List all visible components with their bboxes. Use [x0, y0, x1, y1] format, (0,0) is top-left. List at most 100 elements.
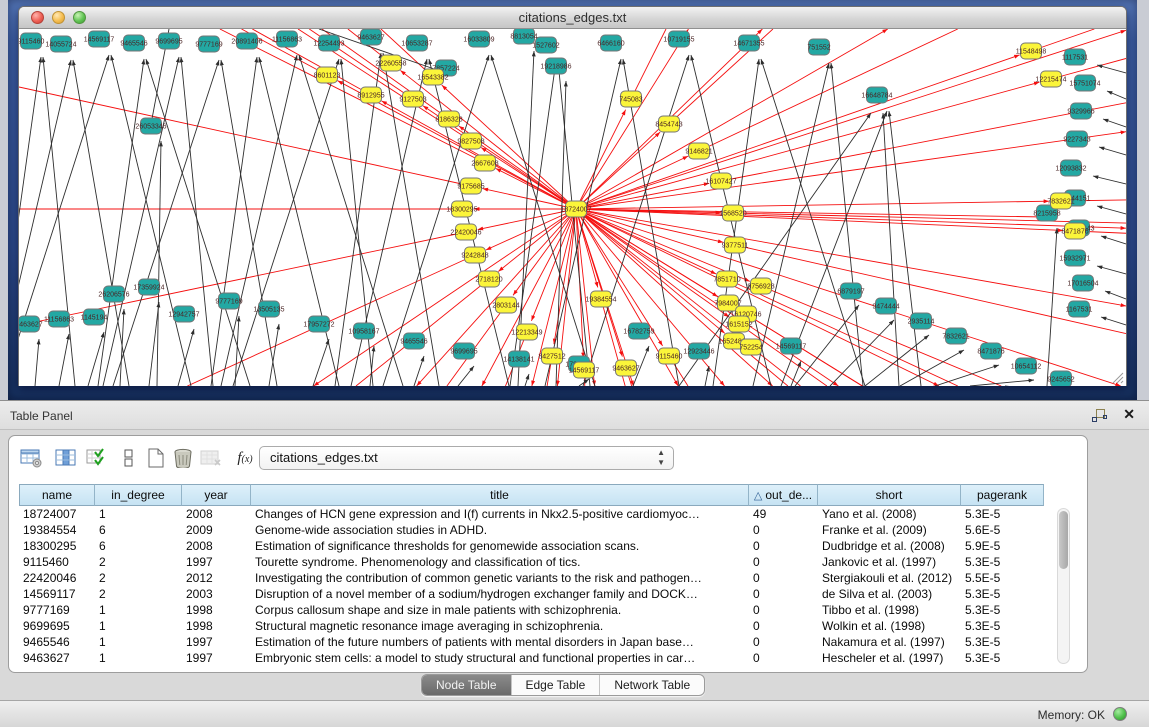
- table-cell[interactable]: de Silva et al. (2003): [818, 586, 961, 602]
- table-row[interactable]: 1872400712008Changes of HCN gene express…: [19, 506, 1044, 522]
- table-cell[interactable]: 5.3E-5: [961, 650, 1044, 666]
- table-cell[interactable]: 5.3E-5: [961, 506, 1044, 522]
- column-header-in_degree[interactable]: in_degree: [95, 484, 182, 506]
- column-header-year[interactable]: year: [182, 484, 251, 506]
- table-cell[interactable]: 22420046: [19, 570, 95, 586]
- table-cell[interactable]: 0: [749, 586, 818, 602]
- scrollbar-thumb[interactable]: [1059, 511, 1068, 569]
- table-cell[interactable]: 1997: [182, 650, 251, 666]
- table-cell[interactable]: Investigating the contribution of common…: [251, 570, 749, 586]
- table-cell[interactable]: 5.3E-5: [961, 634, 1044, 650]
- table-cell[interactable]: 1: [95, 618, 182, 634]
- delete-table-button[interactable]: [169, 446, 197, 472]
- table-cell[interactable]: 5.3E-5: [961, 586, 1044, 602]
- table-cell[interactable]: 9465546: [19, 634, 95, 650]
- function-builder-button[interactable]: f(x): [231, 446, 259, 472]
- table-cell[interactable]: 2009: [182, 522, 251, 538]
- table-cell[interactable]: 9777169: [19, 602, 95, 618]
- table-row[interactable]: 911546021997Tourette syndrome. Phenomeno…: [19, 554, 1044, 570]
- table-cell[interactable]: 5.3E-5: [961, 554, 1044, 570]
- tab-edge-table[interactable]: Edge Table: [512, 675, 601, 695]
- table-cell[interactable]: Nakamura et al. (1997): [818, 634, 961, 650]
- table-cell[interactable]: 14569117: [19, 586, 95, 602]
- table-cell[interactable]: 1997: [182, 554, 251, 570]
- table-cell[interactable]: Tourette syndrome. Phenomenology and cla…: [251, 554, 749, 570]
- column-header-title[interactable]: title: [251, 484, 749, 506]
- table-cell[interactable]: Corpus callosum shape and size in male p…: [251, 602, 749, 618]
- table-cell[interactable]: 0: [749, 650, 818, 666]
- table-cell[interactable]: Wolkin et al. (1998): [818, 618, 961, 634]
- table-cell[interactable]: 1997: [182, 634, 251, 650]
- table-cell[interactable]: 0: [749, 554, 818, 570]
- tab-node-table[interactable]: Node Table: [422, 675, 512, 695]
- column-header-pagerank[interactable]: pagerank: [961, 484, 1044, 506]
- column-header-name[interactable]: name: [19, 484, 95, 506]
- table-vertical-scrollbar[interactable]: [1057, 508, 1070, 664]
- network-window-titlebar[interactable]: citations_edges.txt: [19, 7, 1126, 29]
- resize-grip-icon[interactable]: [1110, 370, 1124, 384]
- table-cell[interactable]: Estimation of the future numbers of pati…: [251, 634, 749, 650]
- table-cell[interactable]: Franke et al. (2009): [818, 522, 961, 538]
- table-cell[interactable]: 9115460: [19, 554, 95, 570]
- close-panel-button[interactable]: ✕: [1123, 406, 1135, 423]
- table-cell[interactable]: 0: [749, 634, 818, 650]
- table-cell[interactable]: 18300295: [19, 538, 95, 554]
- table-cell[interactable]: 5.9E-5: [961, 538, 1044, 554]
- table-cell[interactable]: 2008: [182, 538, 251, 554]
- table-cell[interactable]: Dudbridge et al. (2008): [818, 538, 961, 554]
- table-row[interactable]: 1456911722003Disruption of a novel membe…: [19, 586, 1044, 602]
- table-cell[interactable]: 2003: [182, 586, 251, 602]
- column-header-short[interactable]: short: [818, 484, 961, 506]
- table-row[interactable]: 946362711997Embryonic stem cells: a mode…: [19, 650, 1044, 666]
- table-cell[interactable]: Hescheler et al. (1997): [818, 650, 961, 666]
- table-cell[interactable]: Genome-wide association studies in ADHD.: [251, 522, 749, 538]
- table-cell[interactable]: 5.3E-5: [961, 602, 1044, 618]
- table-row[interactable]: 946554611997Estimation of the future num…: [19, 634, 1044, 650]
- table-cell[interactable]: 19384554: [19, 522, 95, 538]
- select-columns-button[interactable]: [52, 446, 80, 472]
- table-cell[interactable]: 5.5E-5: [961, 570, 1044, 586]
- table-cell[interactable]: Structural magnetic resonance image aver…: [251, 618, 749, 634]
- table-row[interactable]: 1938455462009Genome-wide association stu…: [19, 522, 1044, 538]
- table-settings-button[interactable]: [17, 446, 45, 472]
- table-cell[interactable]: 1998: [182, 602, 251, 618]
- memory-ok-indicator[interactable]: [1113, 707, 1127, 721]
- table-selector-dropdown[interactable]: citations_edges.txt ▲▼: [259, 446, 674, 470]
- table-cell[interactable]: 6: [95, 522, 182, 538]
- select-rows-button[interactable]: [83, 446, 111, 472]
- table-cell[interactable]: 9463627: [19, 650, 95, 666]
- column-header-out_de[interactable]: △out_de...: [749, 484, 818, 506]
- table-cell[interactable]: 5.6E-5: [961, 522, 1044, 538]
- row-height-button[interactable]: [115, 446, 143, 472]
- table-cell[interactable]: 18724007: [19, 506, 95, 522]
- table-cell[interactable]: 2: [95, 586, 182, 602]
- network-canvas[interactable]: 9115460140557241456911794655469699695977…: [19, 29, 1126, 386]
- table-cell[interactable]: Stergiakouli et al. (2012): [818, 570, 961, 586]
- table-cell[interactable]: 0: [749, 522, 818, 538]
- table-row[interactable]: 969969511998Structural magnetic resonanc…: [19, 618, 1044, 634]
- import-table-button[interactable]: [197, 446, 225, 472]
- table-cell[interactable]: 2: [95, 554, 182, 570]
- table-cell[interactable]: Disruption of a novel member of a sodium…: [251, 586, 749, 602]
- table-cell[interactable]: Yano et al. (2008): [818, 506, 961, 522]
- tab-network-table[interactable]: Network Table: [600, 675, 704, 695]
- table-cell[interactable]: 6: [95, 538, 182, 554]
- table-cell[interactable]: Tibbo et al. (1998): [818, 602, 961, 618]
- table-cell[interactable]: 1: [95, 602, 182, 618]
- table-row[interactable]: 2242004622012Investigating the contribut…: [19, 570, 1044, 586]
- table-cell[interactable]: Changes of HCN gene expression and I(f) …: [251, 506, 749, 522]
- table-cell[interactable]: Estimation of significance thresholds fo…: [251, 538, 749, 554]
- table-cell[interactable]: 2012: [182, 570, 251, 586]
- table-cell[interactable]: 1998: [182, 618, 251, 634]
- float-panel-button[interactable]: [1092, 409, 1107, 423]
- table-cell[interactable]: Jankovic et al. (1997): [818, 554, 961, 570]
- table-cell[interactable]: 1: [95, 650, 182, 666]
- table-cell[interactable]: 0: [749, 602, 818, 618]
- table-row[interactable]: 1830029562008Estimation of significance …: [19, 538, 1044, 554]
- table-cell[interactable]: 5.3E-5: [961, 618, 1044, 634]
- network-view[interactable]: 9115460140557241456911794655469699695977…: [19, 29, 1126, 386]
- table-cell[interactable]: 2: [95, 570, 182, 586]
- table-cell[interactable]: 9699695: [19, 618, 95, 634]
- table-cell[interactable]: 0: [749, 618, 818, 634]
- new-table-button[interactable]: [142, 446, 170, 472]
